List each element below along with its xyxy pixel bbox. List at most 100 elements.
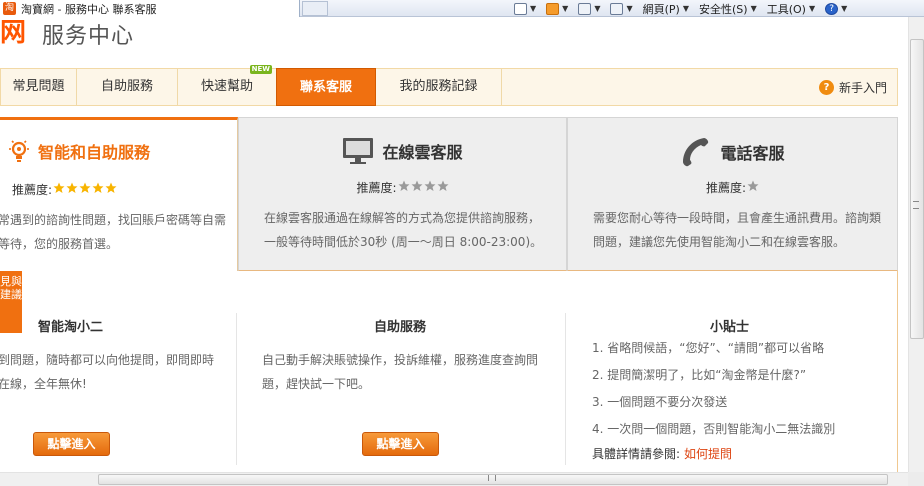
column-divider — [565, 313, 566, 465]
question-icon: ? — [818, 79, 834, 95]
safety-menu-label: 安全性(S) — [699, 2, 748, 16]
service-card-header: 在線雲客服 — [239, 136, 566, 166]
tip-item: 2. 提問簡潔明了，比如“淘金幣是什麼?” — [592, 368, 807, 382]
lightbulb-icon — [9, 140, 29, 162]
nav-tab-label: 自助服務 — [100, 79, 153, 94]
service-card-header: 電話客服 — [568, 136, 897, 168]
nav-tab-label: 我的服務記録 — [399, 79, 478, 94]
print-button[interactable]: ▼ — [610, 2, 633, 15]
star-rating — [397, 180, 449, 195]
star-icon — [92, 182, 104, 193]
chevron-down-icon: ▼ — [594, 4, 601, 13]
scroll-grip-icon — [913, 201, 919, 209]
tips-footer-text: 具體詳情請參閲: — [592, 447, 681, 461]
beginner-guide-link[interactable]: ? 新手入門 — [818, 69, 887, 105]
service-card-title: 在線雲客服 — [382, 143, 463, 162]
column-divider — [236, 313, 237, 465]
tip-item: 3. 一個問題不要分次發送 — [592, 395, 728, 409]
star-icon — [411, 180, 423, 191]
nav-tab-quick-help[interactable]: 快速幫助 NEW — [178, 65, 277, 105]
monitor-icon — [343, 138, 374, 164]
star-icon — [398, 180, 410, 191]
service-card-description: 常遇到的諮詢性問題，找回賬戶密碼等自需等待，您的服務首選。 — [0, 213, 227, 251]
site-section-title: 服务中心 — [42, 24, 135, 49]
star-icon — [79, 182, 91, 193]
browser-toolbar: 淘 淘寶網 - 服務中心 聯系客服 ▼ ▼ ▼ ▼ 網頁(P) ▼ 安全性(S) ▼… — [0, 0, 924, 17]
browser-tab-title: 淘寶網 - 服務中心 聯系客服 — [21, 2, 157, 16]
nav-tab-contact-support[interactable]: 聯系客服 — [276, 68, 376, 106]
scrollbar-corner — [908, 472, 924, 486]
tips-footer: 具體詳情請參閲: 如何提問 — [592, 445, 732, 462]
taobao-favicon-icon: 淘 — [3, 2, 16, 15]
vertical-scroll-thumb[interactable] — [910, 39, 924, 339]
service-card-description: 在線雲客服通過在線解答的方式為您提供諮詢服務，一般等待時間低於30秒 (周一～周… — [264, 211, 543, 249]
site-logo[interactable]: t网 — [0, 20, 38, 48]
phone-icon — [683, 138, 709, 167]
recommend-label: 推薦度: — [356, 181, 397, 195]
new-badge: NEW — [249, 65, 272, 74]
how-to-ask-link[interactable]: 如何提問 — [684, 447, 732, 461]
feeds-button[interactable]: ▼ — [546, 2, 569, 15]
horizontal-scrollbar[interactable] — [0, 472, 908, 486]
beginner-guide-label: 新手入門 — [838, 80, 887, 95]
vertical-scrollbar[interactable] — [908, 17, 924, 472]
tips-list: 1. 省略問候語，“您好”、“請問”都可以省略 2. 提問簡潔明了，比如“淘金幣… — [592, 338, 835, 446]
recommend-label: 推薦度: — [705, 181, 747, 195]
recommend-label: 推薦度: — [12, 183, 53, 197]
home-button[interactable]: ▼ — [514, 2, 537, 15]
nav-tab-faq[interactable]: 常見問題 — [1, 69, 77, 105]
chevron-down-icon: ▼ — [562, 4, 569, 13]
self-service-section-title: 自助服務 — [374, 320, 427, 335]
main-nav: 常見問題 自助服務 快速幫助 NEW 聯系客服 我的服務記録 ? 新手入門 — [0, 65, 898, 106]
page-menu[interactable]: 網頁(P) ▼ — [643, 1, 689, 17]
chevron-down-icon: ▼ — [841, 4, 848, 13]
scroll-grip-icon — [488, 475, 496, 481]
printer-icon — [610, 2, 624, 15]
rss-icon — [546, 2, 560, 15]
nav-tab-label: 快速幫助 — [200, 79, 253, 94]
tools-menu[interactable]: 工具(O) ▼ — [767, 1, 815, 17]
nav-tab-label: 聯系客服 — [299, 80, 352, 95]
tools-menu-label: 工具(O) — [766, 2, 806, 16]
star-icon — [424, 180, 436, 191]
home-icon — [514, 2, 527, 15]
chevron-down-icon: ▼ — [530, 4, 537, 13]
read-mail-button[interactable]: ▼ — [578, 2, 601, 15]
browser-tab[interactable]: 淘 淘寶網 - 服務中心 聯系客服 — [0, 0, 300, 17]
help-icon: ? — [825, 2, 839, 15]
service-card-online[interactable]: 在線雲客服 推薦度: 在線雲客服通過在線解答的方式為您提供諮詢服務，一般等待時間… — [238, 117, 567, 271]
nav-tab-my-records[interactable]: 我的服務記録 — [376, 69, 502, 105]
star-rating — [746, 180, 759, 195]
star-rating — [52, 182, 117, 197]
self-service-enter-button[interactable]: 點擊進入 — [362, 432, 439, 456]
chevron-down-icon: ▼ — [750, 4, 757, 13]
recommend-rating: 推薦度: — [239, 179, 566, 196]
bot-section-title: 智能淘小二 — [38, 320, 104, 335]
tip-item: 1. 省略問候語，“您好”、“請問”都可以省略 — [592, 341, 825, 355]
help-button[interactable]: ? ▼ — [825, 2, 848, 15]
new-tab-button[interactable] — [302, 1, 328, 16]
tips-section-title: 小貼士 — [710, 320, 750, 335]
service-card-title: 電話客服 — [720, 144, 785, 163]
chevron-down-icon: ▼ — [682, 4, 689, 13]
nav-tab-self-service[interactable]: 自助服務 — [77, 69, 178, 105]
service-card-title: 智能和自助服務 — [38, 143, 151, 162]
star-icon — [53, 182, 65, 193]
safety-menu[interactable]: 安全性(S) ▼ — [699, 1, 757, 17]
star-icon — [747, 180, 759, 191]
command-bar: ▼ ▼ ▼ ▼ 網頁(P) ▼ 安全性(S) ▼ 工具(O) ▼ ? ▼ — [514, 0, 853, 17]
service-card-smart[interactable]: 智能和自助服務 推薦度: 常遇到的諮詢性問題，找回賬戶密碼等自需等待，您的服務首… — [0, 117, 238, 271]
page-menu-label: 網頁(P) — [642, 2, 680, 16]
star-icon — [437, 180, 449, 191]
service-card-phone[interactable]: 電話客服 推薦度: 需要您耐心等待一段時間，且會產生通訊費用。諮詢類問題，建議您… — [567, 117, 898, 271]
recommend-rating: 推薦度: — [568, 179, 897, 196]
nav-tab-label: 常見問題 — [12, 79, 65, 94]
self-service-section-description: 自己動手解決賬號操作，投訴維權，服務進度查詢問題，趕快試一下吧。 — [262, 353, 539, 391]
mail-icon — [578, 2, 592, 15]
feedback-tab[interactable]: 見與建議 — [0, 271, 22, 333]
chevron-down-icon: ▼ — [808, 4, 816, 13]
tip-item: 4. 一次問一個問題，否則智能淘小二無法識別 — [592, 422, 836, 436]
service-card-description: 需要您耐心等待一段時間，且會產生通訊費用。諮詢類問題，建議您先使用智能淘小二和在… — [593, 211, 882, 249]
star-icon — [105, 182, 117, 193]
bot-enter-button[interactable]: 點擊進入 — [33, 432, 110, 456]
